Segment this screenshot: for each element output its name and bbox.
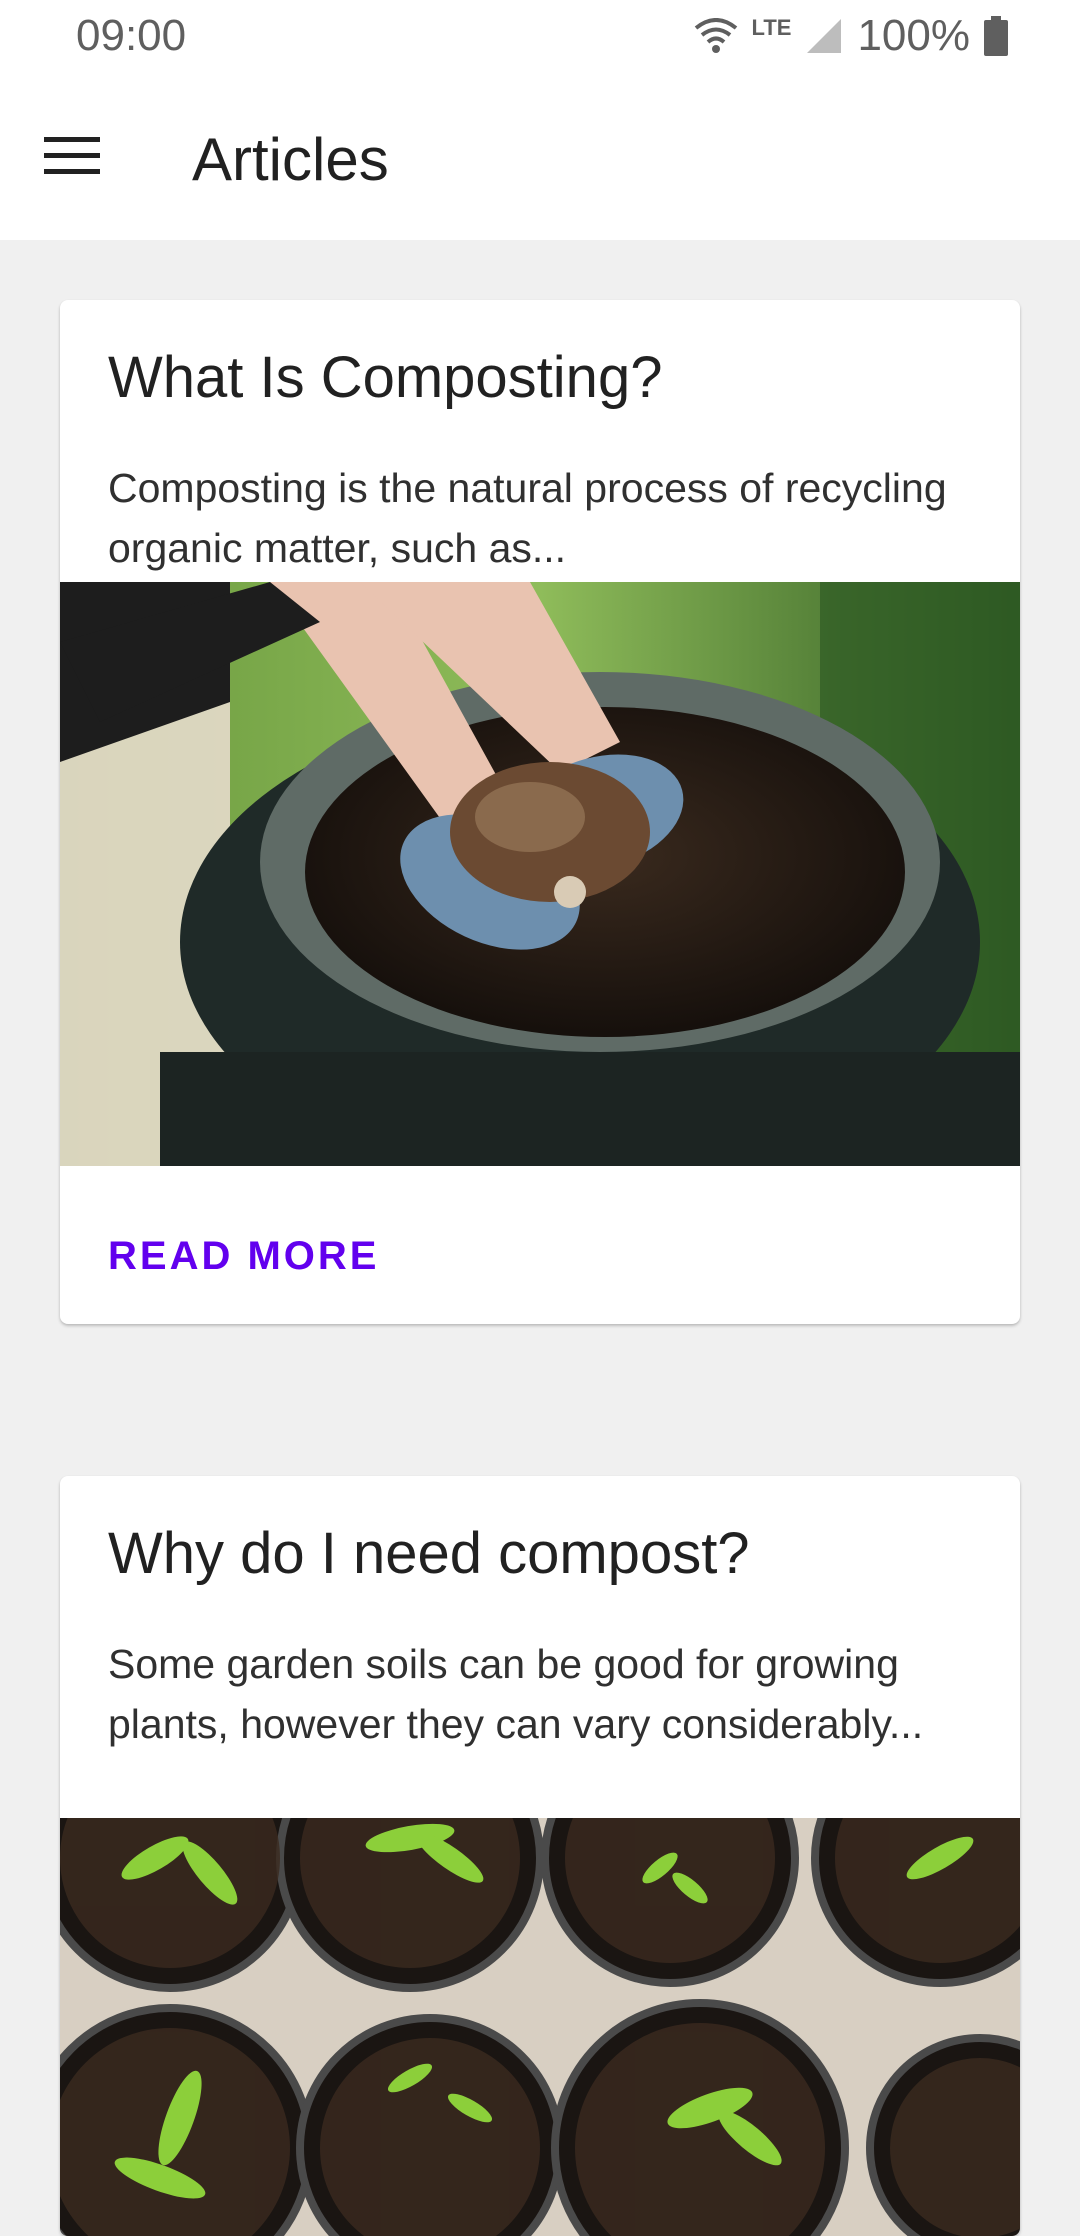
article-card: What Is Composting? Composting is the na… (60, 300, 1020, 1324)
status-time: 09:00 (76, 11, 187, 60)
article-description: Some garden soils can be good for growin… (108, 1641, 924, 1747)
status-bar: 09:00 LTE 100% (0, 0, 1080, 72)
network-type: LTE (751, 15, 792, 40)
article-image (60, 1818, 1020, 2236)
article-description: Composting is the natural process of rec… (108, 465, 947, 571)
article-title: Why do I need compost? (108, 1521, 750, 1586)
app-bar: Articles (0, 72, 1080, 240)
status-icons: LTE 100% (694, 10, 1008, 62)
menu-icon (44, 136, 100, 181)
battery-icon (984, 16, 1008, 56)
article-image (60, 582, 1020, 1166)
menu-button[interactable] (28, 114, 116, 202)
read-more-button[interactable]: READ MORE (108, 1234, 379, 1279)
wifi-icon (694, 18, 738, 54)
article-title: What Is Composting? (108, 345, 663, 410)
page-title: Articles (192, 126, 389, 193)
article-card: Why do I need compost? Some garden soils… (60, 1476, 1020, 2236)
battery-percentage: 100% (857, 11, 970, 60)
signal-icon (805, 17, 843, 55)
